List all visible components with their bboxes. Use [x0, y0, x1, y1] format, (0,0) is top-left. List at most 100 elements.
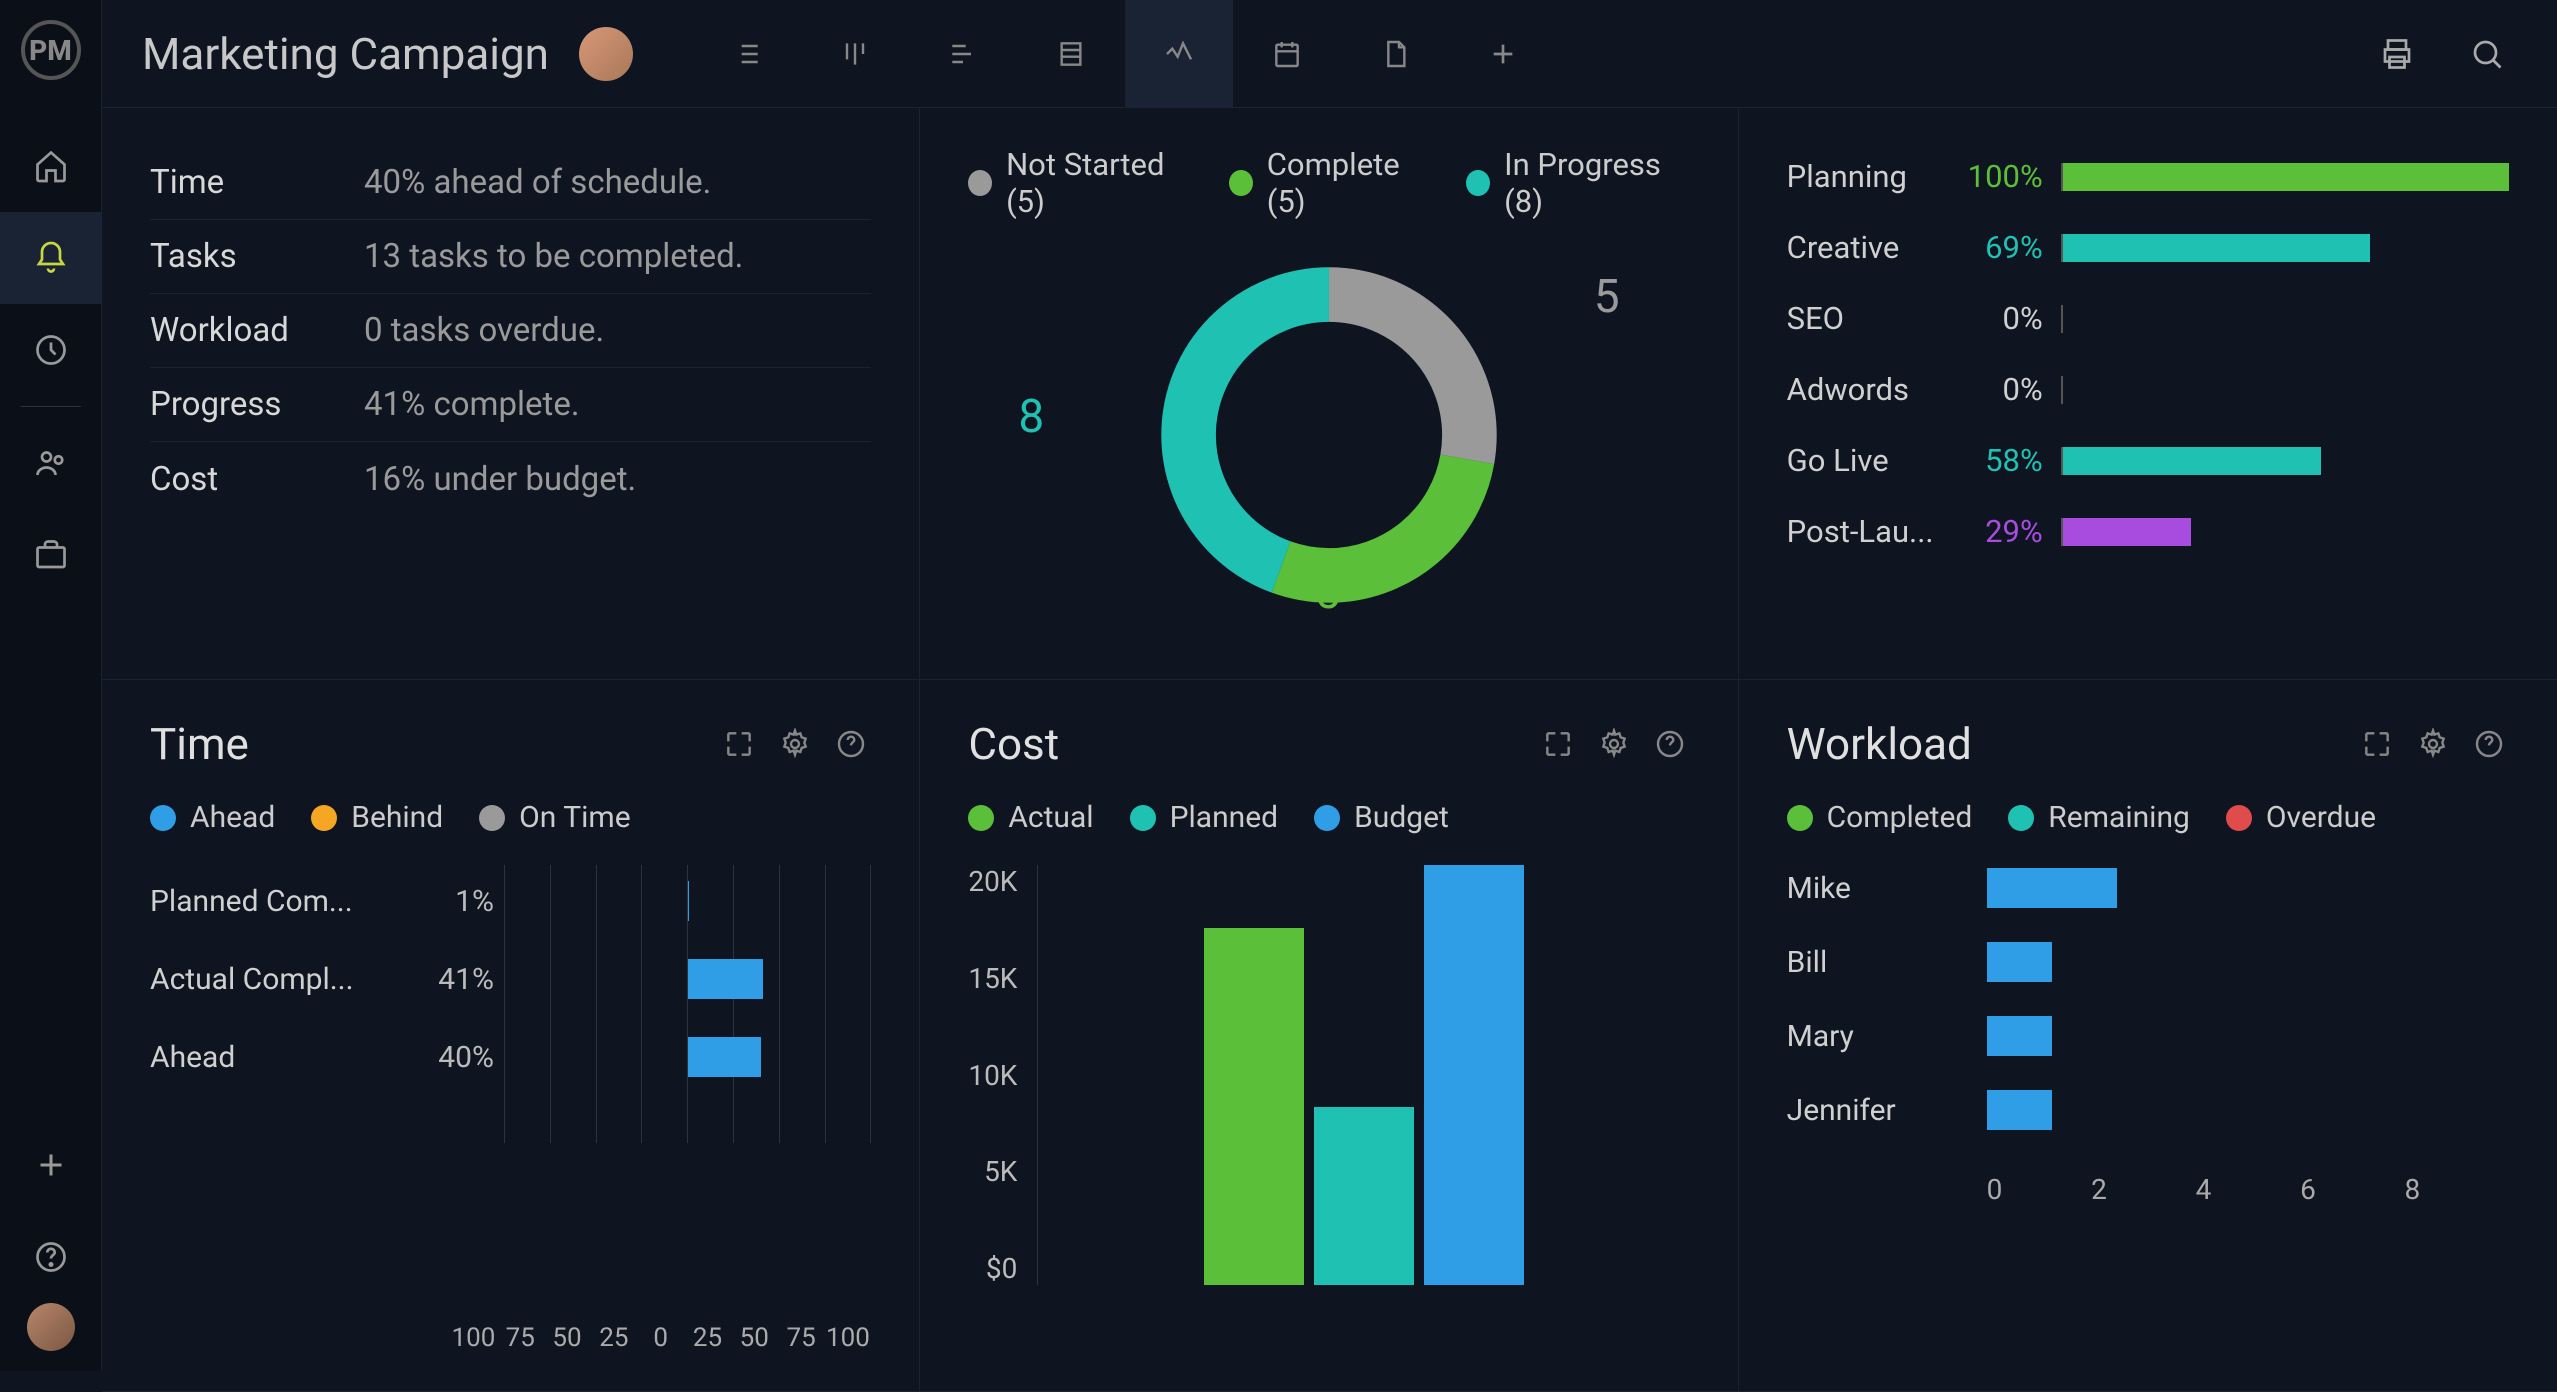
view-tab-board[interactable]: [801, 0, 909, 108]
phase-progress-row: Creative69%: [1787, 229, 2509, 266]
workload-bar: [1987, 868, 2118, 908]
sidebar-divider: [21, 406, 81, 407]
sidebar-add-icon[interactable]: [0, 1119, 102, 1211]
time-panel: Time AheadBehindOn Time Planned Com...1%…: [102, 680, 920, 1392]
view-tab-add[interactable]: [1449, 0, 1557, 108]
help-icon[interactable]: [2469, 724, 2509, 764]
phase-bar-track: [2061, 518, 2509, 546]
cost-bar: [1314, 1107, 1414, 1286]
legend-dot-icon: [1466, 170, 1490, 196]
phase-bar: [2061, 234, 2370, 262]
time-row-track: [504, 881, 871, 921]
search-icon[interactable]: [2457, 24, 2517, 84]
help-icon[interactable]: [1650, 724, 1690, 764]
view-tab-dashboard[interactable]: [1125, 0, 1233, 108]
gear-icon[interactable]: [1594, 724, 1634, 764]
sidebar-team-icon[interactable]: [0, 417, 102, 509]
view-tab-calendar[interactable]: [1233, 0, 1341, 108]
sidebar-recent-icon[interactable]: [0, 304, 102, 396]
sidebar-home-icon[interactable]: [0, 120, 102, 212]
gear-icon[interactable]: [2413, 724, 2453, 764]
axis-tick: 0: [637, 1323, 684, 1353]
workload-label: Jennifer: [1787, 1093, 1987, 1128]
app-logo[interactable]: PM: [21, 20, 81, 80]
workload-row: Bill: [1787, 939, 2509, 985]
project-owner-avatar[interactable]: [579, 27, 633, 81]
workload-row: Mike: [1787, 865, 2509, 911]
time-row-bar: [688, 881, 690, 921]
view-tab-gantt[interactable]: [909, 0, 1017, 108]
time-panel-title: Time: [150, 718, 719, 770]
help-icon[interactable]: [831, 724, 871, 764]
legend-item: Remaining: [2008, 800, 2190, 835]
phase-progress-row: Post-Lau...29%: [1787, 513, 2509, 550]
gear-icon[interactable]: [775, 724, 815, 764]
legend-dot-icon: [150, 805, 176, 831]
summary-label: Progress: [150, 385, 364, 424]
phase-bar-track: [2061, 305, 2509, 333]
time-row-track: [504, 959, 871, 999]
summary-label: Cost: [150, 460, 364, 499]
axis-tick: 15K: [968, 962, 1017, 995]
expand-icon[interactable]: [2357, 724, 2397, 764]
phase-label: Creative: [1787, 229, 1951, 266]
workload-bar: [1987, 942, 2052, 982]
legend-item: Complete (5): [1229, 146, 1430, 220]
axis-tick: 100: [450, 1323, 497, 1353]
axis-tick: 10K: [968, 1059, 1017, 1092]
legend-dot-icon: [1314, 805, 1340, 831]
workload-track: [1987, 1016, 2509, 1056]
legend-dot-icon: [2008, 805, 2034, 831]
summary-panel: Time40% ahead of schedule.Tasks13 tasks …: [102, 108, 920, 680]
summary-row: Workload0 tasks overdue.: [150, 294, 871, 368]
legend-label: Not Started (5): [1006, 146, 1193, 220]
legend-label: Completed: [1827, 800, 1973, 835]
print-icon[interactable]: [2367, 24, 2427, 84]
axis-tick: 50: [731, 1323, 778, 1353]
time-row-pct: 40%: [374, 1040, 494, 1075]
summary-row: Cost16% under budget.: [150, 442, 871, 516]
donut-label-complete: 5: [1315, 566, 1341, 620]
workload-bar: [1987, 1016, 2052, 1056]
time-row: Planned Com...1%: [150, 875, 871, 927]
workload-label: Bill: [1787, 945, 1987, 980]
legend-label: Overdue: [2266, 800, 2376, 835]
time-row-label: Ahead: [150, 1040, 374, 1075]
summary-label: Tasks: [150, 237, 364, 276]
phase-progress-row: Go Live58%: [1787, 442, 2509, 479]
view-tab-list[interactable]: [693, 0, 801, 108]
legend-item: Budget: [1314, 800, 1449, 835]
view-tab-files[interactable]: [1341, 0, 1449, 108]
sidebar-notifications-icon[interactable]: [0, 212, 102, 304]
phase-bar: [2061, 447, 2321, 475]
phase-pct: 0%: [1951, 371, 2043, 408]
legend-item: On Time: [479, 800, 630, 835]
legend-dot-icon: [479, 805, 505, 831]
legend-item: In Progress (8): [1466, 146, 1689, 220]
legend-dot-icon: [968, 805, 994, 831]
legend-item: Overdue: [2226, 800, 2376, 835]
axis-tick: 25: [684, 1323, 731, 1353]
summary-value: 16% under budget.: [364, 460, 636, 499]
axis-tick: 20K: [968, 865, 1017, 898]
phase-progress-row: Adwords0%: [1787, 371, 2509, 408]
expand-icon[interactable]: [1538, 724, 1578, 764]
sidebar: PM: [0, 0, 102, 1371]
workload-track: [1987, 868, 2509, 908]
cost-bar: [1424, 865, 1524, 1285]
sidebar-portfolio-icon[interactable]: [0, 509, 102, 601]
axis-tick: 8: [2405, 1173, 2509, 1206]
phase-label: Adwords: [1787, 371, 1951, 408]
view-tab-sheet[interactable]: [1017, 0, 1125, 108]
donut-label-inprogress: 8: [1018, 390, 1044, 444]
workload-row: Jennifer: [1787, 1087, 2509, 1133]
phase-bar: [2061, 518, 2191, 546]
phase-bar: [2061, 376, 2063, 404]
phase-bar-track: [2061, 447, 2509, 475]
axis-tick: 6: [2300, 1173, 2404, 1206]
sidebar-help-icon[interactable]: [0, 1211, 102, 1303]
phase-pct: 0%: [1951, 300, 2043, 337]
expand-icon[interactable]: [719, 724, 759, 764]
phase-bar: [2061, 163, 2509, 191]
sidebar-user-avatar[interactable]: [27, 1303, 75, 1351]
